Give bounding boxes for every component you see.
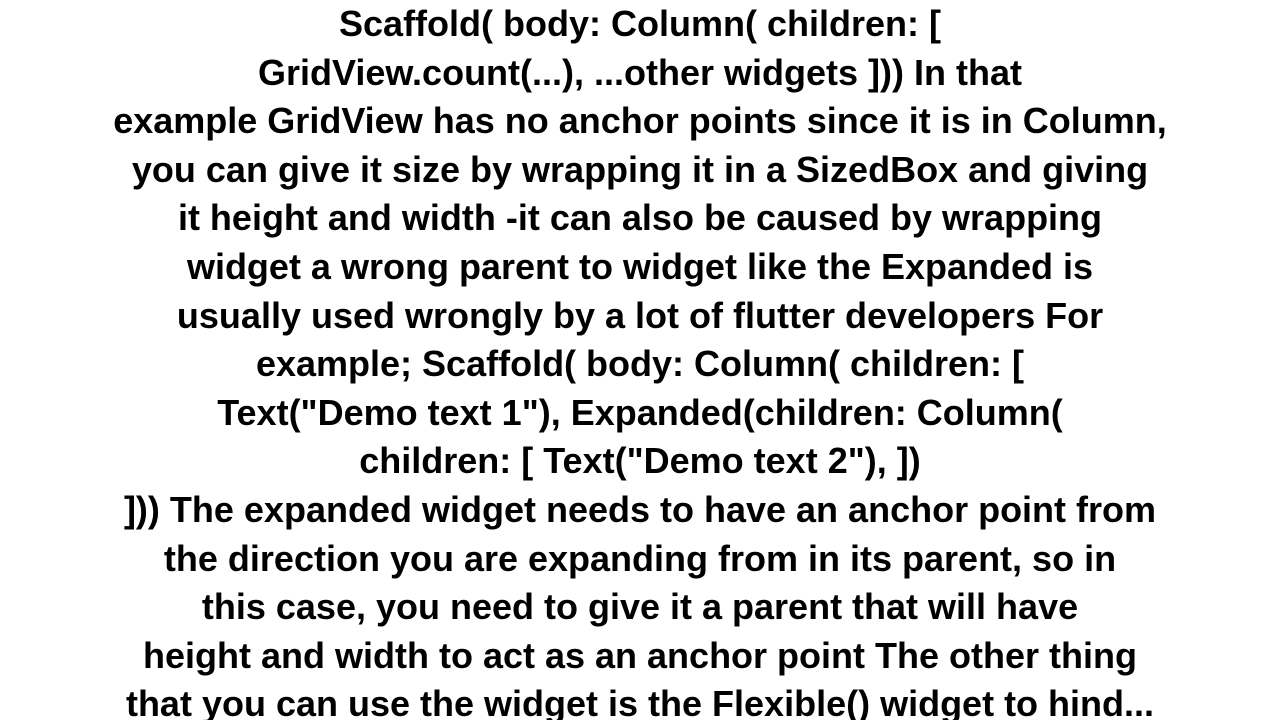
text-line-1: Scaffold( body: Column( children: [	[339, 3, 941, 44]
text-line-15: that you can use the widget is the Flexi…	[126, 683, 1154, 720]
text-line-13: this case, you need to give it a parent …	[202, 586, 1078, 627]
main-text-block: Scaffold( body: Column( children: [ Grid…	[10, 0, 1270, 720]
text-line-3: example GridView has no anchor points si…	[113, 100, 1167, 141]
text-line-7: usually used wrongly by a lot of flutter…	[177, 295, 1103, 336]
text-line-12: the direction you are expanding from in …	[164, 538, 1116, 579]
text-line-11: ])) The expanded widget needs to have an…	[124, 489, 1156, 530]
text-line-9: Text("Demo text 1"), Expanded(children: …	[217, 392, 1063, 433]
text-line-6: widget a wrong parent to widget like the…	[187, 246, 1093, 287]
text-line-14: height and width to act as an anchor poi…	[143, 635, 1137, 676]
content-area: Scaffold( body: Column( children: [ Grid…	[0, 0, 1280, 720]
text-line-10: children: [ Text("Demo text 2"), ])	[359, 440, 921, 481]
text-line-2: GridView.count(...), ...other widgets ])…	[258, 52, 1022, 93]
text-line-5: it height and width -it can also be caus…	[178, 197, 1102, 238]
text-line-8: example; Scaffold( body: Column( childre…	[256, 343, 1024, 384]
text-line-4: you can give it size by wrapping it in a…	[132, 149, 1148, 190]
